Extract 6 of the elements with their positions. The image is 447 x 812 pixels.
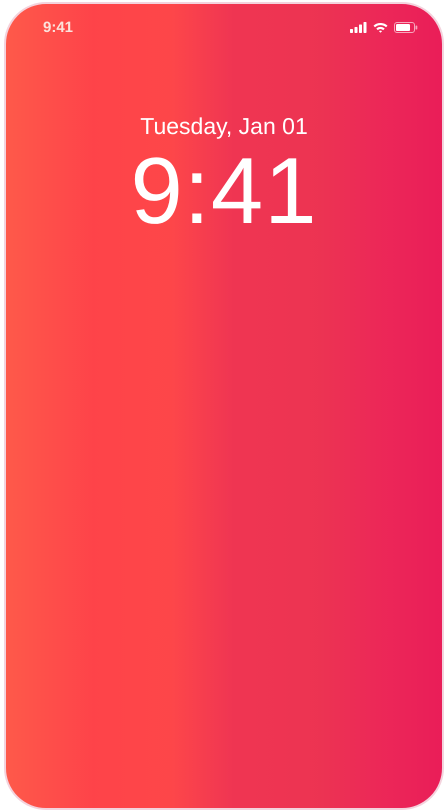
lock-clock: 9:41 [130,144,318,238]
wifi-icon [373,22,388,33]
lock-date: Tuesday, Jan 01 [140,113,308,140]
status-time: 9:41 [43,19,74,36]
battery-icon [394,22,418,33]
signal-icon [350,22,367,33]
